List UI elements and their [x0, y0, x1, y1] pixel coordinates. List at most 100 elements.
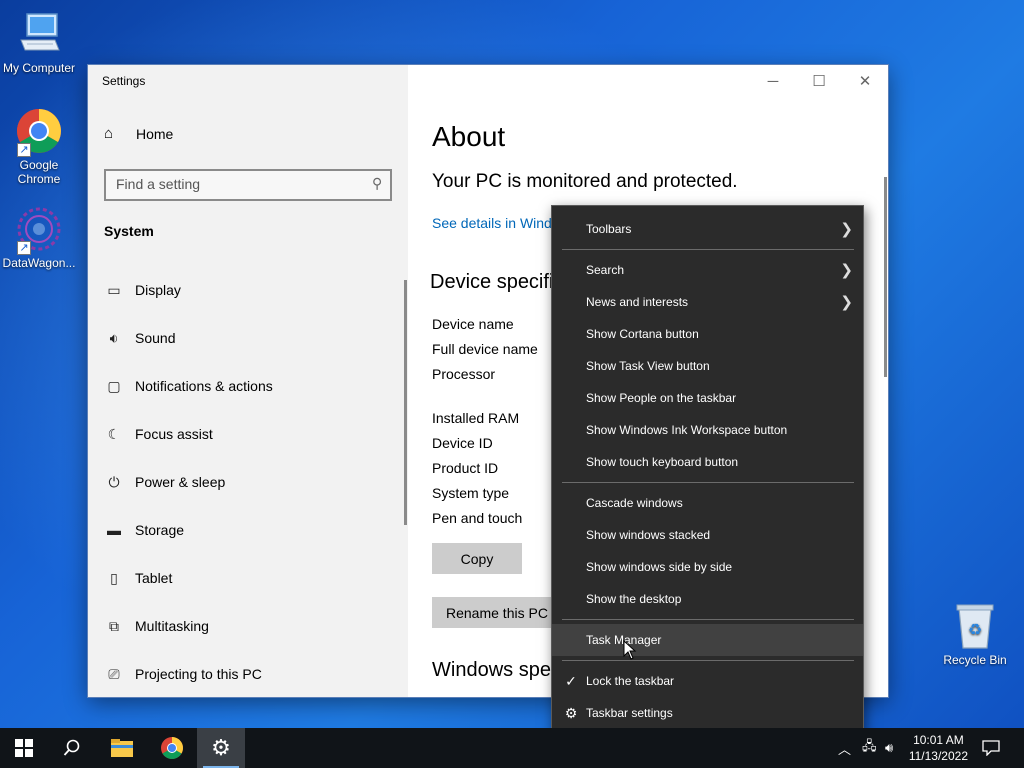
- nav-item-label: Tablet: [135, 570, 173, 586]
- menu-item-cascade-windows[interactable]: Cascade windows: [552, 487, 863, 519]
- storage-icon: ▬: [107, 522, 121, 538]
- search-button[interactable]: [48, 728, 96, 768]
- show-hidden-icons-button[interactable]: ︿: [838, 728, 851, 768]
- moon-icon: ☾: [107, 425, 121, 442]
- nav-item-label: Notifications & actions: [135, 378, 273, 394]
- checkmark-icon: ✓: [565, 673, 577, 689]
- nav-item-focus-assist[interactable]: ☾ Focus assist: [104, 422, 213, 446]
- menu-item-show-desktop[interactable]: Show the desktop: [552, 583, 863, 615]
- menu-item-taskbar-settings[interactable]: ⚙ Taskbar settings: [552, 697, 863, 729]
- spec-label: Device name: [432, 316, 514, 332]
- copy-button[interactable]: Copy: [432, 543, 522, 574]
- settings-sidebar: Settings ⌂ Home Find a setting ⚲ System …: [88, 65, 408, 697]
- search-icon: ⚲: [371, 175, 382, 191]
- nav-item-label: Focus assist: [135, 426, 213, 442]
- desktop-icon-label: My Computer: [2, 61, 76, 75]
- menu-item-label: Toolbars: [586, 222, 632, 236]
- mouse-cursor-icon: [623, 640, 637, 660]
- menu-item-task-manager[interactable]: Task Manager: [552, 624, 863, 656]
- clock-date: 11/13/2022: [908, 749, 968, 763]
- search-icon: [63, 739, 80, 756]
- taskbar-clock[interactable]: 10:01 AM 11/13/2022: [909, 732, 968, 764]
- gear-icon: ⚙: [211, 735, 231, 760]
- projecting-icon: ⎚: [108, 665, 120, 682]
- menu-item-label: Show Windows Ink Workspace button: [586, 423, 788, 437]
- section-heading: System: [104, 223, 154, 239]
- nav-item-label: Storage: [135, 522, 185, 538]
- menu-item-lock-taskbar[interactable]: ✓ Lock the taskbar: [552, 665, 863, 697]
- multitasking-icon: ⧉: [109, 617, 119, 634]
- nav-item-display[interactable]: ▭ Display: [104, 278, 181, 302]
- search-input[interactable]: Find a setting ⚲: [104, 169, 392, 201]
- windows-logo-icon: [15, 739, 33, 757]
- menu-item-windows-stacked[interactable]: Show windows stacked: [552, 519, 863, 551]
- menu-item-show-task-view[interactable]: Show Task View button: [552, 350, 863, 382]
- action-center-button[interactable]: [982, 728, 1000, 768]
- see-details-link[interactable]: See details in Windo: [432, 215, 560, 231]
- start-button[interactable]: [0, 728, 48, 768]
- chevron-up-icon: ︿: [838, 741, 852, 757]
- spec-label: Pen and touch: [432, 510, 523, 526]
- nav-item-storage[interactable]: ▬ Storage: [104, 518, 184, 542]
- desktop-icon-label: Recycle Bin: [943, 653, 1007, 667]
- maximize-icon: ☐: [812, 73, 826, 90]
- taskbar-context-menu: Toolbars ❯ Search ❯ News and interests ❯…: [551, 205, 864, 738]
- menu-item-label: Cascade windows: [586, 496, 683, 510]
- desktop-icon-google-chrome[interactable]: ↗ Google Chrome: [0, 107, 78, 186]
- nav-item-power-sleep[interactable]: ⏻ Power & sleep: [104, 470, 225, 494]
- spec-label: Product ID: [432, 460, 499, 476]
- nav-item-label: Display: [135, 282, 181, 298]
- rename-pc-button[interactable]: Rename this PC: [432, 597, 562, 628]
- minimize-button[interactable]: ─: [750, 65, 796, 97]
- clock-time: 10:01 AM: [913, 733, 964, 747]
- volume-button[interactable]: 🔊︎: [885, 728, 893, 768]
- menu-item-label: Lock the taskbar: [586, 674, 675, 688]
- desktop-icon-recycle-bin[interactable]: ♻ Recycle Bin: [936, 602, 1014, 667]
- recycle-bin-icon: ♻: [951, 602, 999, 650]
- notifications-icon: ▢: [107, 377, 121, 394]
- gear-icon: ⚙: [564, 705, 578, 721]
- menu-item-show-people[interactable]: Show People on the taskbar: [552, 382, 863, 414]
- desktop-icon-datawagon[interactable]: ↗ DataWagon...: [0, 205, 78, 270]
- sidebar-scrollbar[interactable]: [404, 280, 407, 525]
- taskbar-chrome[interactable]: [148, 728, 196, 768]
- nav-item-sound[interactable]: 🔉︎ Sound: [104, 326, 176, 350]
- menu-item-windows-side-by-side[interactable]: Show windows side by side: [552, 551, 863, 583]
- shortcut-arrow-icon: ↗: [17, 143, 31, 157]
- network-button[interactable]: 🖧︎: [862, 728, 877, 768]
- menu-item-toolbars[interactable]: Toolbars ❯: [552, 213, 863, 245]
- menu-item-show-touch-keyboard[interactable]: Show touch keyboard button: [552, 446, 863, 478]
- nav-item-notifications[interactable]: ▢ Notifications & actions: [104, 374, 273, 398]
- taskbar-file-explorer[interactable]: [98, 728, 146, 768]
- menu-separator: [562, 482, 854, 483]
- minimize-icon: ─: [767, 72, 779, 90]
- menu-item-label: Show windows stacked: [586, 528, 711, 542]
- menu-item-show-ink-workspace[interactable]: Show Windows Ink Workspace button: [552, 414, 863, 446]
- desktop-icon-label: Google Chrome: [17, 158, 61, 186]
- desktop-icon-my-computer[interactable]: My Computer: [0, 10, 78, 75]
- spec-label: Installed RAM: [432, 410, 520, 426]
- menu-item-label: Show windows side by side: [586, 560, 733, 574]
- nav-home[interactable]: ⌂ Home: [104, 125, 173, 142]
- taskbar-settings[interactable]: ⚙: [197, 728, 245, 768]
- sound-icon: 🔉︎: [109, 329, 119, 346]
- menu-item-search[interactable]: Search ❯: [552, 254, 863, 286]
- chevron-right-icon: ❯: [840, 221, 853, 238]
- spec-label: System type: [432, 485, 510, 501]
- close-button[interactable]: ✕: [842, 65, 888, 97]
- main-scrollbar[interactable]: [884, 177, 887, 377]
- computer-icon: [15, 10, 63, 58]
- maximize-button[interactable]: ☐: [796, 65, 842, 97]
- nav-item-projecting[interactable]: ⎚ Projecting to this PC: [104, 662, 261, 686]
- nav-item-tablet[interactable]: ▯ Tablet: [104, 566, 172, 590]
- nav-item-multitasking[interactable]: ⧉ Multitasking: [104, 614, 209, 638]
- power-icon: ⏻: [108, 473, 120, 490]
- chevron-right-icon: ❯: [840, 294, 853, 311]
- menu-item-show-cortana[interactable]: Show Cortana button: [552, 318, 863, 350]
- windows-spec-heading: Windows spe: [432, 659, 551, 681]
- menu-item-label: Show Task View button: [586, 359, 710, 373]
- menu-item-label: Show the desktop: [586, 592, 682, 606]
- menu-item-news-interests[interactable]: News and interests ❯: [552, 286, 863, 318]
- search-placeholder: Find a setting: [116, 176, 201, 192]
- display-icon: ▭: [107, 281, 121, 298]
